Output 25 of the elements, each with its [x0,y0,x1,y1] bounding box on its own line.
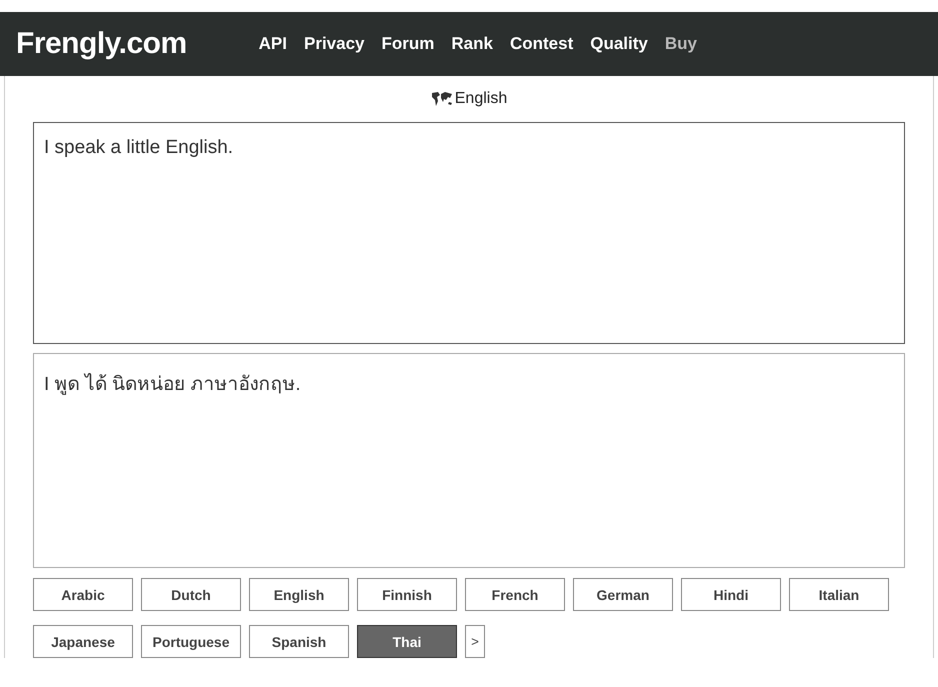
source-language-label: English [454,90,508,108]
language-button[interactable]: Spanish [249,625,349,658]
language-button[interactable]: Dutch [141,578,241,611]
site-logo[interactable]: Frengly.com [16,27,187,61]
nav-link[interactable]: Buy [664,34,697,54]
language-button[interactable]: Italian [789,578,889,611]
language-button[interactable]: English [249,578,349,611]
translation-output: I พูด ได้ นิดหน่อย ภาษาอังกฤษ. [33,353,905,568]
nav-link[interactable]: Privacy [304,34,364,54]
nav-link[interactable]: Quality [590,34,648,54]
language-button[interactable]: Thai [357,625,457,658]
nav-link[interactable]: Forum [382,34,434,54]
nav-link[interactable]: Rank [451,34,493,54]
nav-link[interactable]: API [258,34,287,54]
language-button[interactable]: French [465,578,565,611]
language-button[interactable]: Hindi [681,578,781,611]
language-button[interactable]: Finnish [357,578,457,611]
source-text-field[interactable]: I speak a little English. [33,122,905,344]
world-map-icon [430,91,453,107]
language-button[interactable]: Arabic [33,578,133,611]
language-button[interactable]: Portuguese [141,625,241,658]
language-button[interactable]: German [573,578,673,611]
language-button[interactable]: Japanese [33,625,133,658]
more-languages-button[interactable]: > [465,625,485,658]
nav-link[interactable]: Contest [510,34,574,54]
